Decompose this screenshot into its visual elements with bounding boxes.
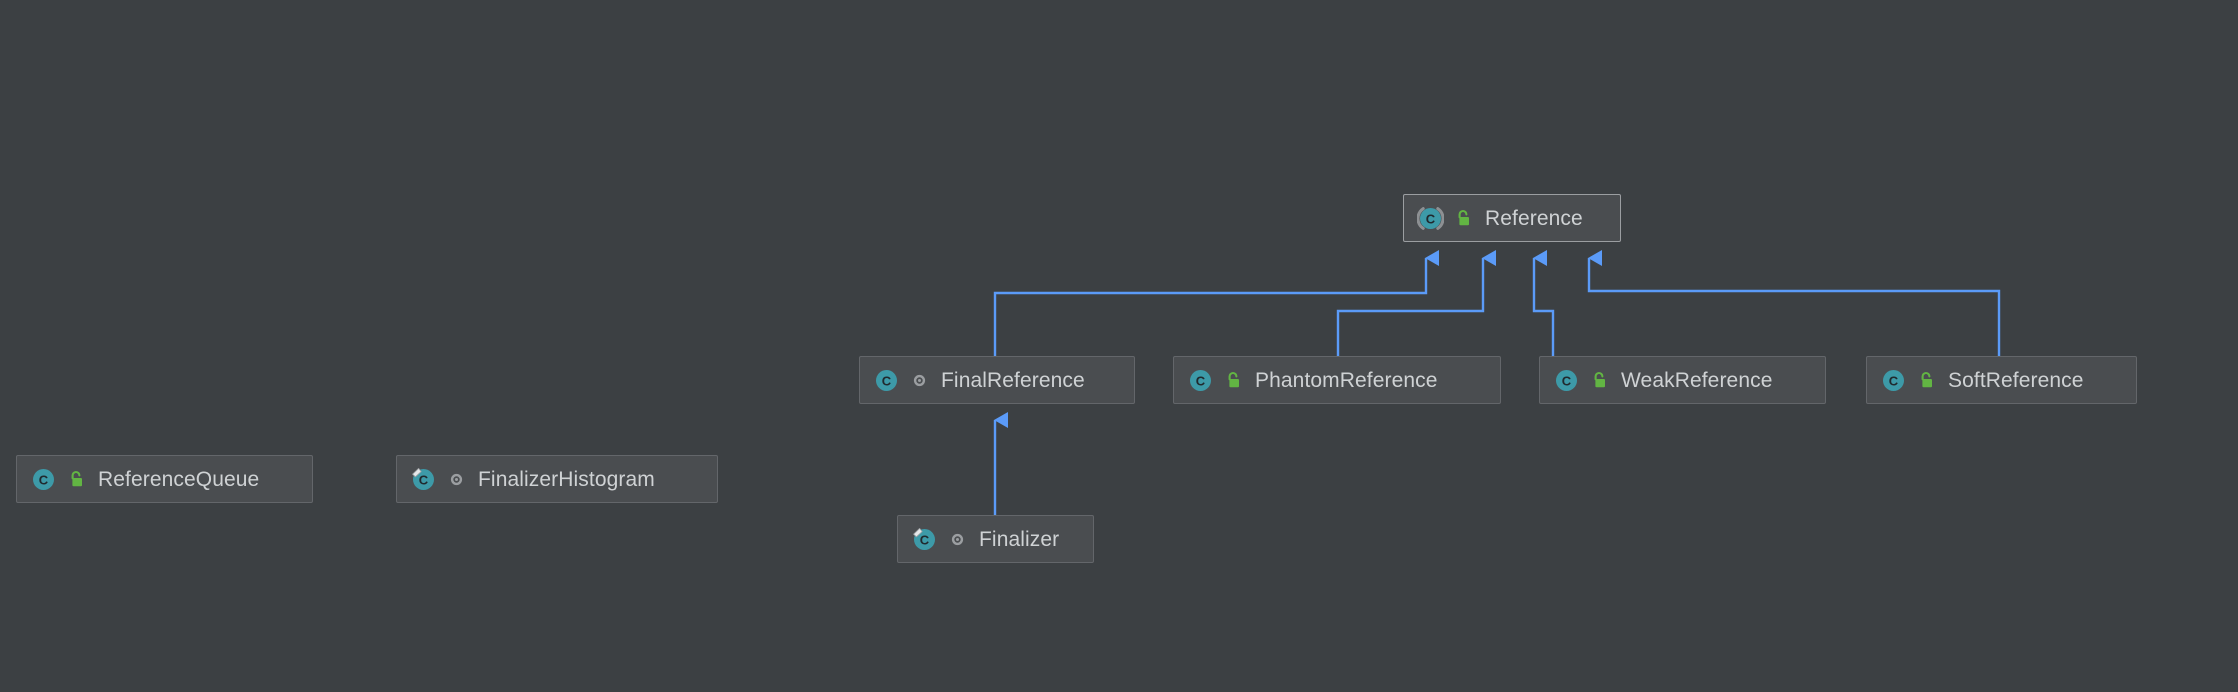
class-node-label: FinalReference [941,368,1085,392]
unlock-icon [1223,370,1244,391]
class-node-reference[interactable]: C Reference [1403,194,1621,242]
class-node-label: Finalizer [979,527,1060,551]
class-node-label: ReferenceQueue [98,467,260,491]
class-icon: C [873,367,900,394]
final-class-icon: C [410,466,437,493]
final-class-icon: C [911,526,938,553]
abstract-class-icon: C [1417,205,1444,232]
unlock-icon [1453,208,1474,229]
class-node-finalizer[interactable]: C Finalizer [897,515,1094,563]
svg-text:C: C [1562,373,1572,388]
unlock-icon [1589,370,1610,391]
svg-text:C: C [882,373,892,388]
connector-layer [993,250,2001,515]
class-icon: C [1187,367,1214,394]
svg-text:C: C [1426,211,1436,226]
svg-text:C: C [920,532,930,547]
class-node-phantom-reference[interactable]: C PhantomReference [1173,356,1501,404]
svg-text:C: C [1196,373,1206,388]
package-private-icon [446,469,467,490]
edge-weak-reference-to-reference [1532,250,1555,356]
uml-diagram-canvas[interactable]: C Reference C FinalReference C PhantomReferen… [0,0,2238,692]
class-node-label: SoftReference [1948,368,2084,392]
class-icon: C [30,466,57,493]
class-icon: C [1880,367,1907,394]
class-node-finalizer-histogram[interactable]: C FinalizerHistogram [396,455,718,503]
unlock-icon [1916,370,1937,391]
class-node-reference-queue[interactable]: C ReferenceQueue [16,455,313,503]
unlock-icon [66,469,87,490]
edge-final-reference-to-reference [993,250,1439,356]
svg-text:C: C [419,472,429,487]
class-node-soft-reference[interactable]: C SoftReference [1866,356,2137,404]
svg-text:C: C [39,472,49,487]
svg-text:C: C [1889,373,1899,388]
class-node-weak-reference[interactable]: C WeakReference [1539,356,1826,404]
package-private-icon [947,529,968,550]
package-private-icon [909,370,930,391]
class-node-label: PhantomReference [1255,368,1438,392]
class-node-label: WeakReference [1621,368,1773,392]
class-node-label: FinalizerHistogram [478,467,655,491]
edge-phantom-reference-to-reference [1336,250,1496,356]
class-node-final-reference[interactable]: C FinalReference [859,356,1135,404]
class-node-label: Reference [1485,206,1583,230]
edge-soft-reference-to-reference [1587,250,2001,356]
class-icon: C [1553,367,1580,394]
